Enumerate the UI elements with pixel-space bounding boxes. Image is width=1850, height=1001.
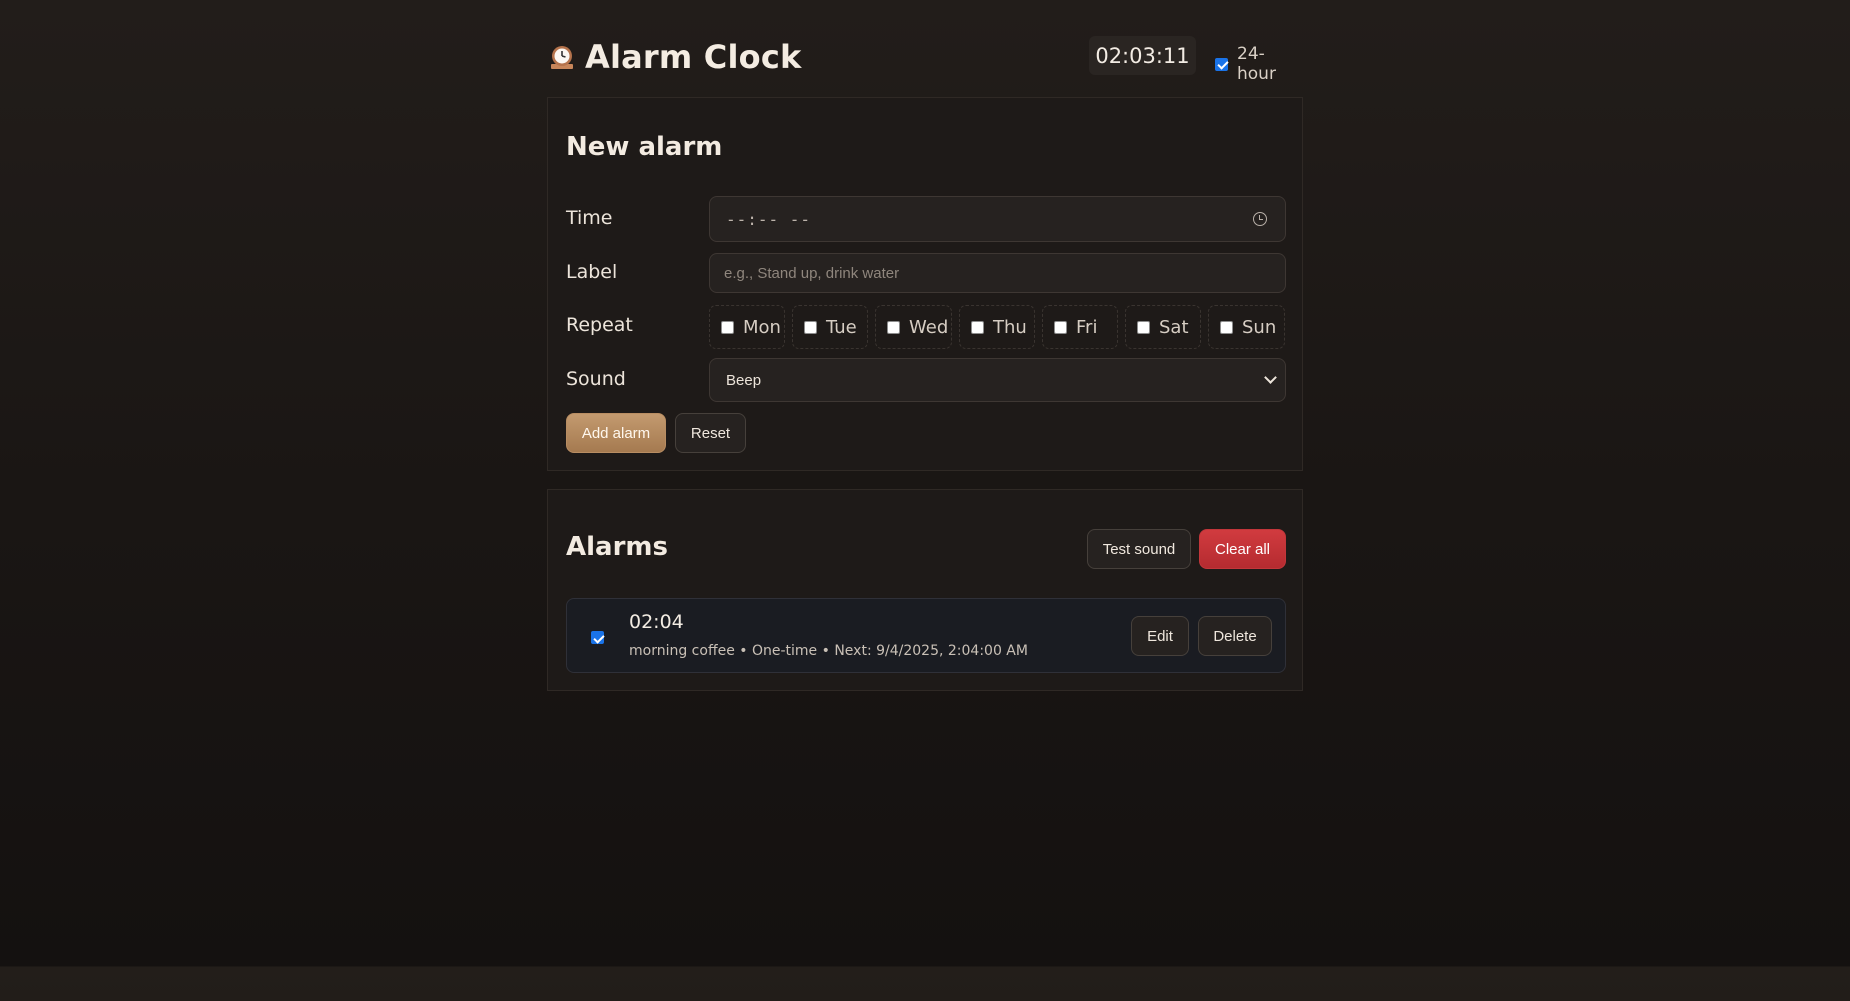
alarm-enabled-checkbox[interactable] <box>591 631 604 644</box>
hour-format-toggle[interactable]: 24-hour <box>1215 44 1303 84</box>
time-input-value: --:-- -- <box>726 209 812 229</box>
delete-alarm-button[interactable]: Delete <box>1198 616 1272 656</box>
sound-label: Sound <box>566 368 626 390</box>
clear-all-button[interactable]: Clear all <box>1199 529 1286 569</box>
header: Alarm Clock 02:03:11 24-hour <box>547 0 1303 97</box>
day-option-thu[interactable]: Thu <box>959 305 1035 349</box>
time-label: Time <box>566 207 613 229</box>
mantel-clock-icon <box>549 44 575 70</box>
hour-format-checkbox[interactable] <box>1215 57 1228 71</box>
app-container: Alarm Clock 02:03:11 24-hour New alarm T… <box>547 0 1303 691</box>
alarms-panel: Alarms Test sound Clear all 02:04 mornin… <box>547 489 1303 691</box>
day-option-mon[interactable]: Mon <box>709 305 785 349</box>
day-label: Thu <box>993 316 1027 338</box>
day-label: Tue <box>826 316 857 338</box>
test-sound-button[interactable]: Test sound <box>1087 529 1191 569</box>
repeat-label: Repeat <box>566 314 633 336</box>
alarm-time: 02:04 <box>629 611 684 633</box>
alarms-heading: Alarms <box>566 532 668 562</box>
day-checkbox-sat[interactable] <box>1137 320 1150 334</box>
day-checkbox-wed[interactable] <box>887 320 900 334</box>
day-label: Wed <box>909 316 949 338</box>
add-alarm-button[interactable]: Add alarm <box>566 413 666 453</box>
day-label: Mon <box>743 316 781 338</box>
day-checkbox-thu[interactable] <box>971 320 984 334</box>
app-title: Alarm Clock <box>549 38 801 76</box>
chevron-down-icon <box>1264 371 1277 384</box>
time-input[interactable]: --:-- -- <box>709 196 1286 242</box>
day-option-tue[interactable]: Tue <box>792 305 868 349</box>
repeat-days: Mon Tue Wed Thu Fri Sat Sun <box>709 305 1285 349</box>
day-label: Fri <box>1076 316 1098 338</box>
label-input[interactable] <box>709 253 1286 293</box>
sound-select[interactable]: Beep <box>709 358 1286 402</box>
current-time-display: 02:03:11 <box>1089 36 1196 75</box>
day-checkbox-sun[interactable] <box>1220 320 1233 334</box>
day-checkbox-tue[interactable] <box>804 320 817 334</box>
label-label: Label <box>566 261 618 283</box>
alarm-item: 02:04 morning coffee • One-time • Next: … <box>566 598 1286 673</box>
new-alarm-panel: New alarm Time --:-- -- Label Repeat Mon… <box>547 97 1303 471</box>
day-checkbox-mon[interactable] <box>721 320 734 334</box>
page-title: Alarm Clock <box>585 38 802 76</box>
day-label: Sat <box>1159 316 1189 338</box>
alarm-details: morning coffee • One-time • Next: 9/4/20… <box>629 643 1028 659</box>
reset-button[interactable]: Reset <box>675 413 746 453</box>
day-option-sat[interactable]: Sat <box>1125 305 1201 349</box>
hour-format-label: 24-hour <box>1237 44 1276 84</box>
clock-icon[interactable] <box>1253 212 1267 226</box>
day-option-fri[interactable]: Fri <box>1042 305 1118 349</box>
edit-alarm-button[interactable]: Edit <box>1131 616 1189 656</box>
sound-select-value: Beep <box>726 371 762 389</box>
day-checkbox-fri[interactable] <box>1054 320 1067 334</box>
day-option-sun[interactable]: Sun <box>1208 305 1285 349</box>
new-alarm-heading: New alarm <box>566 132 723 162</box>
day-option-wed[interactable]: Wed <box>875 305 952 349</box>
day-label: Sun <box>1242 316 1277 338</box>
